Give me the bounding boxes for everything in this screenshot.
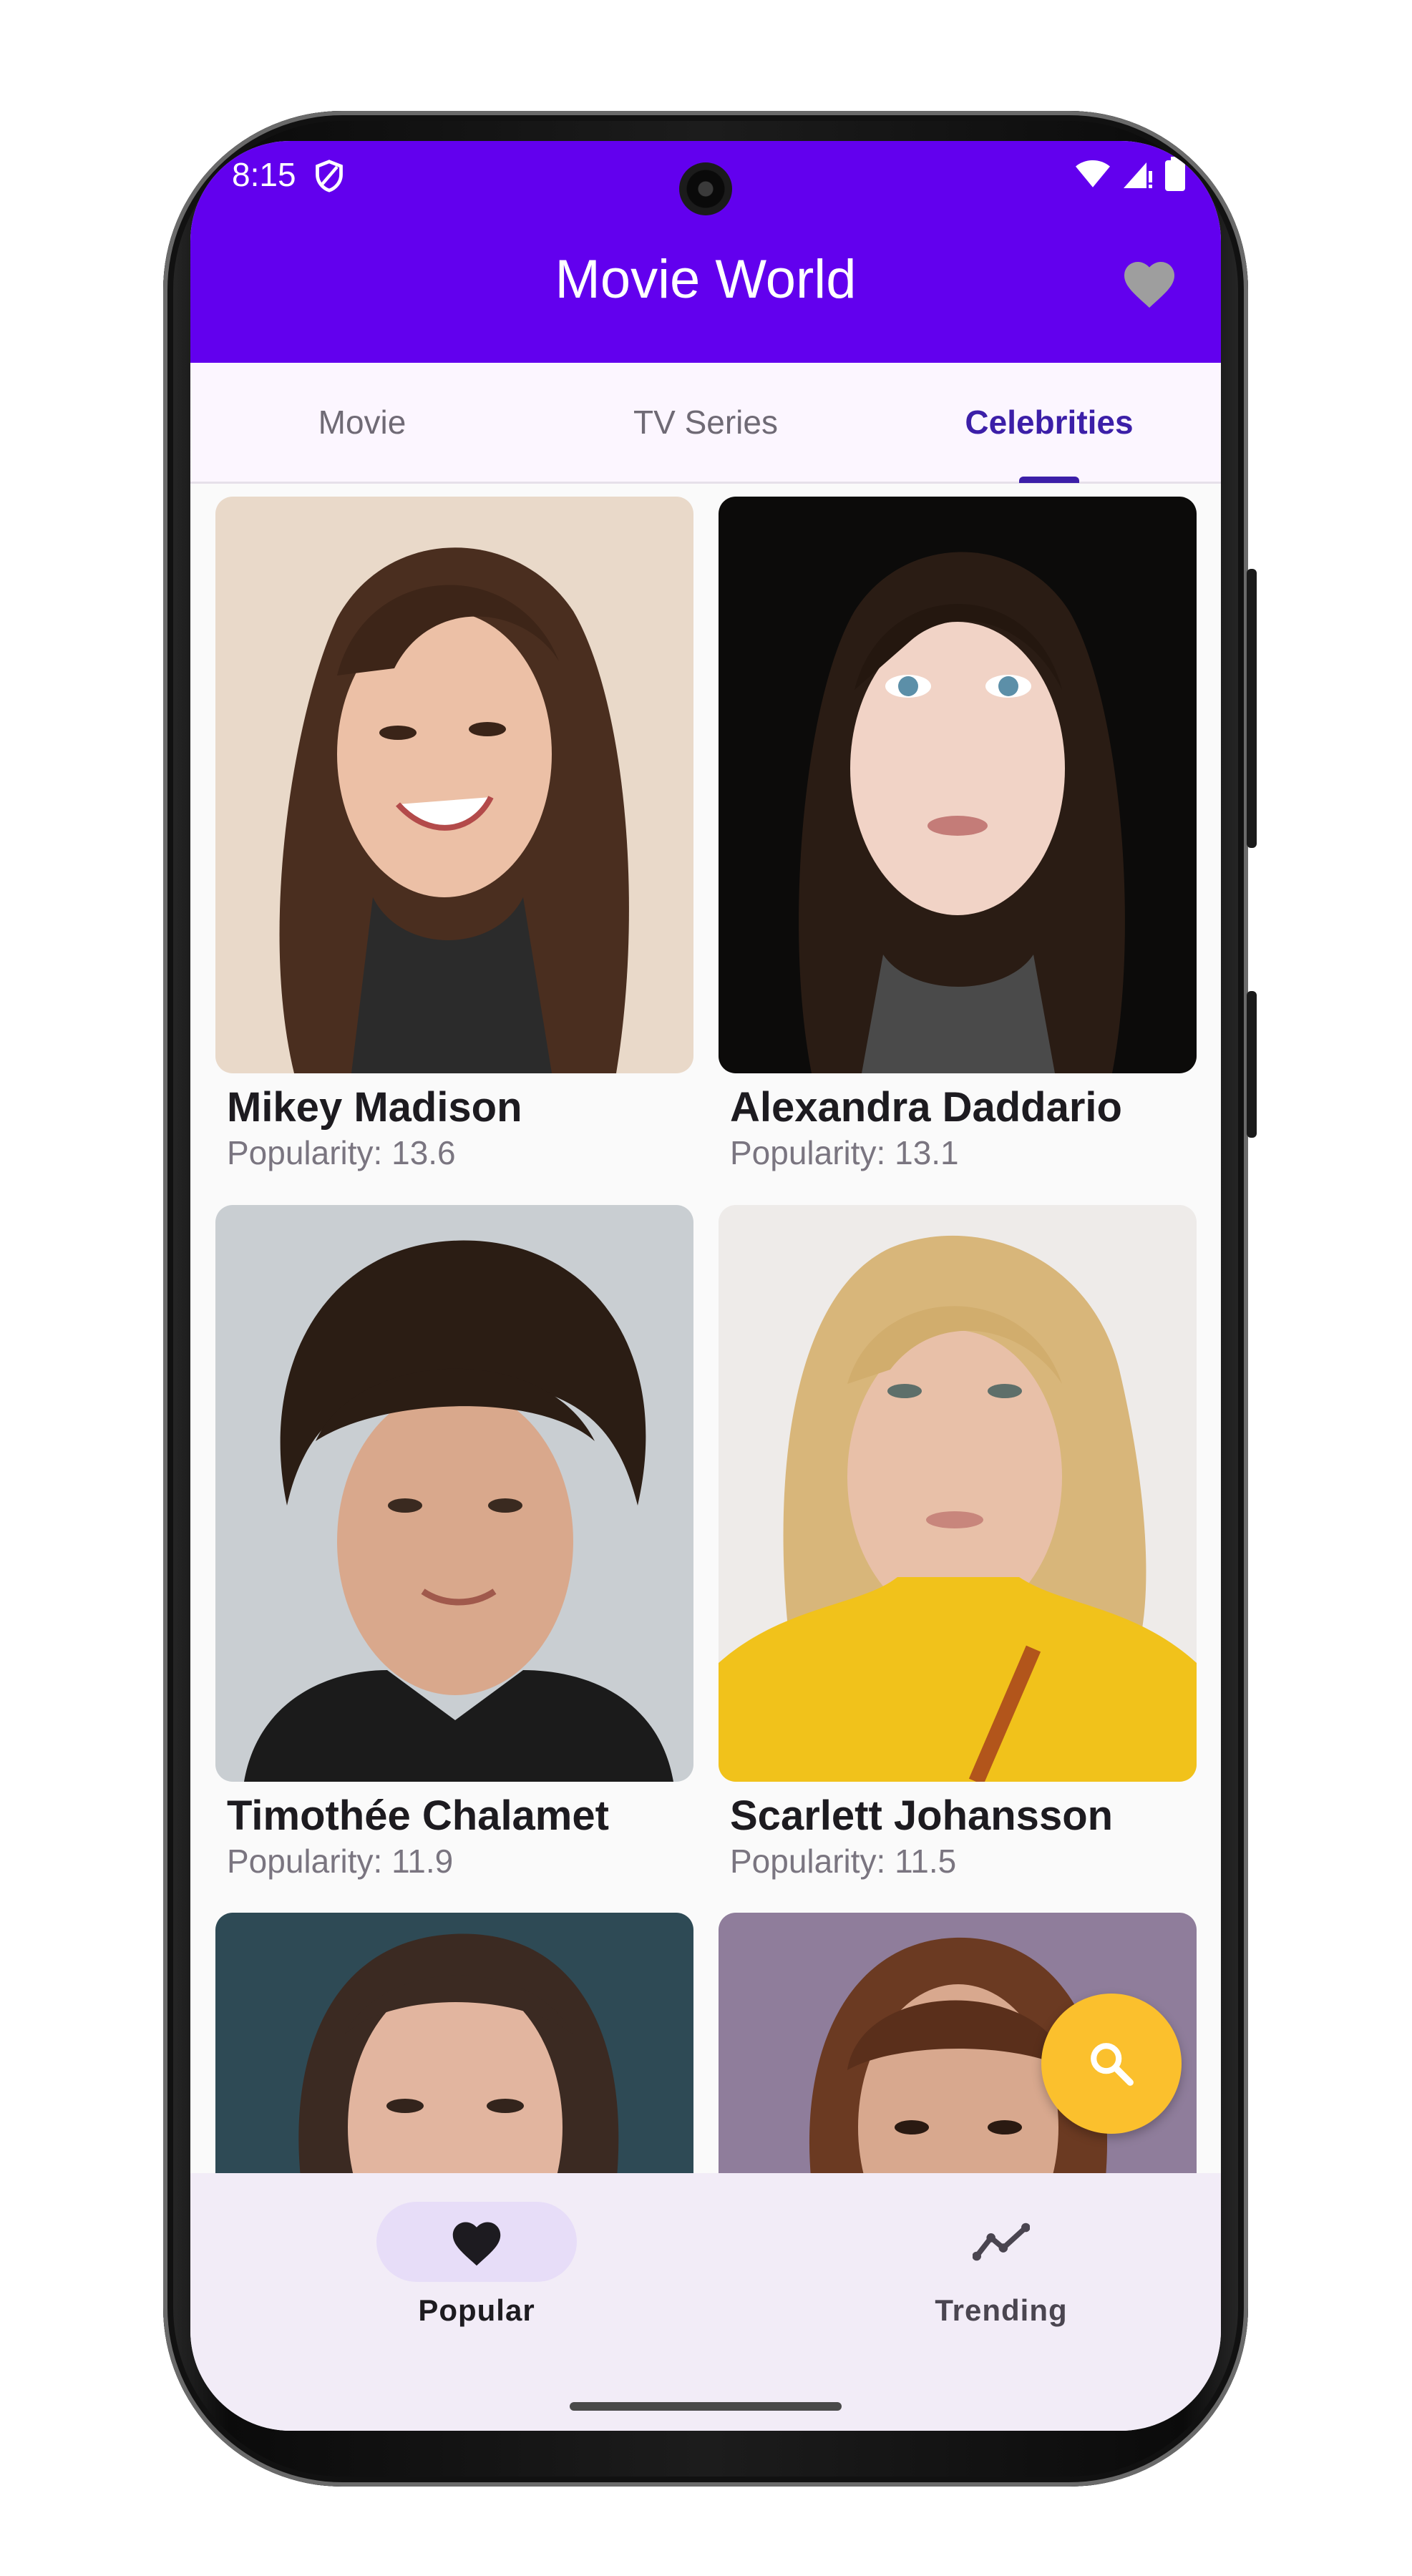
status-icons xyxy=(1075,157,1185,191)
battery-icon xyxy=(1165,157,1185,191)
celebrity-popularity: Popularity: 13.1 xyxy=(730,1134,959,1171)
tab-indicator xyxy=(1019,477,1079,483)
nav-label: Trending xyxy=(935,2293,1068,2327)
nav-indicator xyxy=(901,2202,1101,2282)
nav-item-popular[interactable]: Popular xyxy=(319,2202,634,2328)
celebrity-popularity: Popularity: 11.9 xyxy=(227,1843,454,1880)
tab-bar: Movie TV Series Celebrities xyxy=(190,363,1221,484)
search-icon xyxy=(1091,2043,1134,2086)
shield-icon xyxy=(316,160,343,192)
nav-label: Popular xyxy=(418,2293,535,2327)
power-button xyxy=(1247,991,1257,1138)
status-time: 8:15 xyxy=(232,156,296,193)
signal-icon xyxy=(1124,162,1152,188)
screen: 8:15 Movie World Movie TV Series Celebri… xyxy=(190,141,1221,2431)
volume-button xyxy=(1247,569,1257,848)
tab-movie[interactable]: Movie xyxy=(190,363,534,482)
heart-icon xyxy=(452,2222,501,2266)
tab-label: Celebrities xyxy=(965,404,1134,441)
tab-tv-series[interactable]: TV Series xyxy=(534,363,877,482)
bottom-nav: Popular Trending xyxy=(190,2173,1221,2431)
celebrity-name: Scarlett Johansson xyxy=(730,1792,1114,1839)
celebrity-name: Timothée Chalamet xyxy=(227,1792,609,1839)
celebrity-photo xyxy=(215,1205,693,1782)
celebrity-photo xyxy=(719,497,1197,1073)
nav-item-trending[interactable]: Trending xyxy=(844,2202,1159,2328)
heart-icon[interactable] xyxy=(1121,255,1178,310)
celebrity-popularity: Popularity: 11.5 xyxy=(730,1843,957,1880)
tab-label: TV Series xyxy=(633,404,778,441)
tab-label: Movie xyxy=(318,404,406,441)
search-fab[interactable] xyxy=(1041,1994,1182,2134)
celebrity-photo xyxy=(719,1205,1197,1782)
front-camera xyxy=(679,162,732,215)
celebrity-popularity: Popularity: 13.6 xyxy=(227,1134,456,1171)
celebrity-name: Alexandra Daddario xyxy=(730,1084,1122,1131)
wifi-icon xyxy=(1076,160,1110,187)
celebrity-photo xyxy=(215,497,693,1073)
celebrity-name: Mikey Madison xyxy=(227,1084,522,1131)
tab-celebrities[interactable]: Celebrities xyxy=(877,363,1221,483)
nav-indicator xyxy=(376,2202,577,2282)
app-bar: 8:15 Movie World xyxy=(190,141,1221,363)
celebrity-photo xyxy=(215,1913,693,2185)
app-title: Movie World xyxy=(555,249,857,310)
home-indicator[interactable] xyxy=(570,2402,842,2411)
trending-icon xyxy=(973,2223,1030,2261)
